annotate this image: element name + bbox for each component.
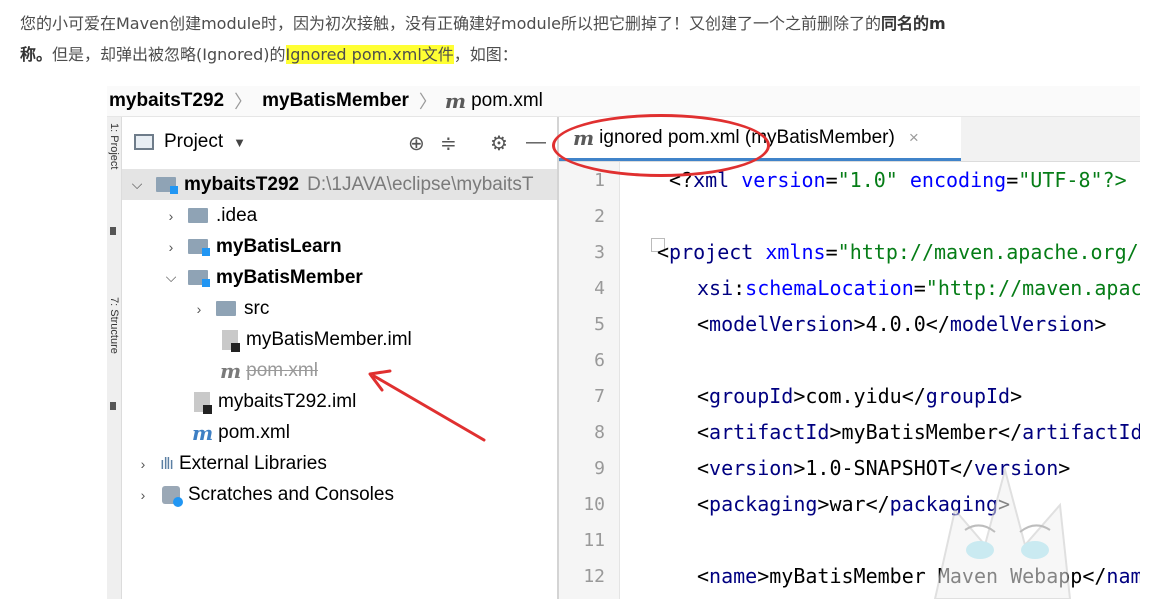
line-number: 2 <box>594 206 605 227</box>
article-bold: 同名的m <box>881 14 946 33</box>
chevron-right-icon[interactable]: › <box>160 208 182 224</box>
tree-item-root-pom[interactable]: m pom.xml <box>122 417 557 448</box>
chevron-right-icon[interactable]: › <box>160 239 182 255</box>
target-icon[interactable]: ⊕ <box>408 131 425 156</box>
annotation-ellipse <box>552 114 770 177</box>
breadcrumb-separator-icon: 〉 <box>234 92 253 112</box>
tree-item-root-iml[interactable]: mybaitsT292.iml <box>122 386 557 417</box>
line-number: 3 <box>594 242 605 263</box>
code-line: <modelVersion>4.0.0</modelVersion> <box>697 312 1107 336</box>
project-window-icon <box>134 134 154 150</box>
folder-icon <box>216 301 236 316</box>
stripe-marker <box>110 227 116 235</box>
tree-item-path: D:\1JAVA\eclipse\mybaitsT <box>307 173 534 195</box>
tool-window-stripe: 1: Project 7: Structure <box>107 117 122 599</box>
line-number-gutter: 1 2 3 4 5 6 7 8 9 10 11 12 <box>559 162 620 599</box>
tree-item-label: src <box>244 297 270 319</box>
article-text-run: 您的小可爱在Maven创建module时，因为初次接触，没有正确建好module… <box>20 14 881 33</box>
breadcrumb: mybaitsT292 〉 myBatisMember 〉 m pom.xml <box>107 86 1140 117</box>
structure-tool-tab[interactable]: 7: Structure <box>108 297 120 354</box>
tree-item-label: pom.xml <box>246 359 318 381</box>
tree-item-label: myBatisMember <box>216 266 363 288</box>
chevron-right-icon[interactable]: › <box>132 456 154 472</box>
chevron-down-icon[interactable]: ⌵ <box>160 269 182 286</box>
chevron-down-icon[interactable]: ⌵ <box>126 176 148 193</box>
minimize-icon[interactable]: — <box>526 131 546 154</box>
tree-item-label: .idea <box>216 204 258 226</box>
maven-file-icon: m <box>444 89 466 113</box>
tree-item-label: Scratches and Consoles <box>188 483 394 505</box>
tree-item-label: mybaitsT292.iml <box>218 390 357 412</box>
highlighted-text: Ignored pom.xml文件 <box>285 45 454 64</box>
project-title: Project <box>164 131 224 152</box>
article-text-run: ，如图： <box>453 45 518 64</box>
tree-item-idea[interactable]: › .idea <box>122 200 557 231</box>
tree-item-ignored-pom[interactable]: m pom.xml <box>122 355 557 386</box>
chevron-right-icon[interactable]: › <box>188 301 210 317</box>
tree-item-label: External Libraries <box>179 452 327 474</box>
line-number: 1 <box>594 170 605 191</box>
breadcrumb-module[interactable]: myBatisMember <box>260 90 411 112</box>
library-icon: ıllı <box>160 453 174 473</box>
line-number: 9 <box>594 458 605 479</box>
tree-item-label: pom.xml <box>218 421 290 443</box>
module-folder-icon <box>156 177 178 194</box>
maven-file-icon: m <box>220 358 241 383</box>
tree-item-src[interactable]: › src <box>122 293 557 324</box>
article-line-1: 您的小可爱在Maven创建module时，因为初次接触，没有正确建好module… <box>20 8 1151 39</box>
tree-item-project-root[interactable]: ⌵ mybaitsT292 D:\1JAVA\eclipse\mybaitsT <box>122 169 557 200</box>
iml-file-icon <box>194 391 212 414</box>
breadcrumb-project[interactable]: mybaitsT292 <box>107 90 226 112</box>
line-number: 4 <box>594 278 605 299</box>
tree-item-scratches[interactable]: › Scratches and Consoles <box>122 479 557 510</box>
article-text: 您的小可爱在Maven创建module时，因为初次接触，没有正确建好module… <box>20 8 1151 70</box>
project-view-dropdown[interactable]: Project ▼ <box>134 131 246 153</box>
line-number: 8 <box>594 422 605 443</box>
project-panel: Project ▼ ⊕ ≑ ⚙ — ⌵ mybaitsT292 D:\1JAVA… <box>122 117 557 599</box>
article-bold: 称。 <box>20 45 53 64</box>
iml-file-icon <box>222 329 240 352</box>
annotation-arrow-icon <box>368 369 486 442</box>
article-text-run: 但是，却弹出被忽略(Ignored)的 <box>52 45 286 64</box>
gear-icon[interactable]: ⚙ <box>490 131 508 156</box>
line-number: 10 <box>583 494 605 515</box>
tree-item-label: myBatisLearn <box>216 235 342 257</box>
module-folder-icon <box>188 270 210 287</box>
collapse-icon[interactable]: ≑ <box>440 131 457 156</box>
folder-icon <box>188 208 208 223</box>
tree-item-label: mybaitsT292 <box>184 173 300 195</box>
project-toolbar: Project ▼ ⊕ ≑ ⚙ — <box>122 117 557 169</box>
tree-item-module-iml[interactable]: myBatisMember.iml <box>122 324 557 355</box>
line-number: 11 <box>583 530 605 551</box>
module-folder-icon <box>188 239 210 256</box>
code-line: <groupId>com.yidu</groupId> <box>697 384 1023 408</box>
close-icon[interactable]: × <box>909 128 919 148</box>
code-line: <project xmlns="http://maven.apache.org/… <box>657 240 1140 264</box>
code-line: <artifactId>myBatisMember</artifactId> <box>697 420 1140 444</box>
mascot-watermark-icon <box>933 466 1072 599</box>
tree-item-mybatismember[interactable]: ⌵ myBatisMember <box>122 262 557 293</box>
line-number: 7 <box>594 386 605 407</box>
code-line: xsi:schemaLocation="http://maven.apache.… <box>697 276 1140 300</box>
tree-item-label: myBatisMember.iml <box>246 328 412 350</box>
stripe-marker <box>110 402 116 410</box>
breadcrumb-separator-icon: 〉 <box>418 92 437 112</box>
scratches-icon <box>162 485 183 507</box>
chevron-down-icon: ▼ <box>233 134 247 150</box>
article-line-2: 称。但是，却弹出被忽略(Ignored)的Ignored pom.xml文件，如… <box>20 39 1151 70</box>
project-tool-tab[interactable]: 1: Project <box>108 123 120 169</box>
line-number: 12 <box>583 566 605 587</box>
chevron-right-icon[interactable]: › <box>132 487 154 503</box>
tree-item-mybatislearn[interactable]: › myBatisLearn <box>122 231 557 262</box>
line-number: 6 <box>594 350 605 371</box>
tree-item-external-libraries[interactable]: › ıllı External Libraries <box>122 448 557 479</box>
maven-file-icon: m <box>192 420 213 445</box>
code-area[interactable]: <?xml version="1.0" encoding="UTF-8"?> <… <box>657 162 1140 588</box>
breadcrumb-file[interactable]: pom.xml <box>469 90 545 112</box>
line-number: 5 <box>594 314 605 335</box>
